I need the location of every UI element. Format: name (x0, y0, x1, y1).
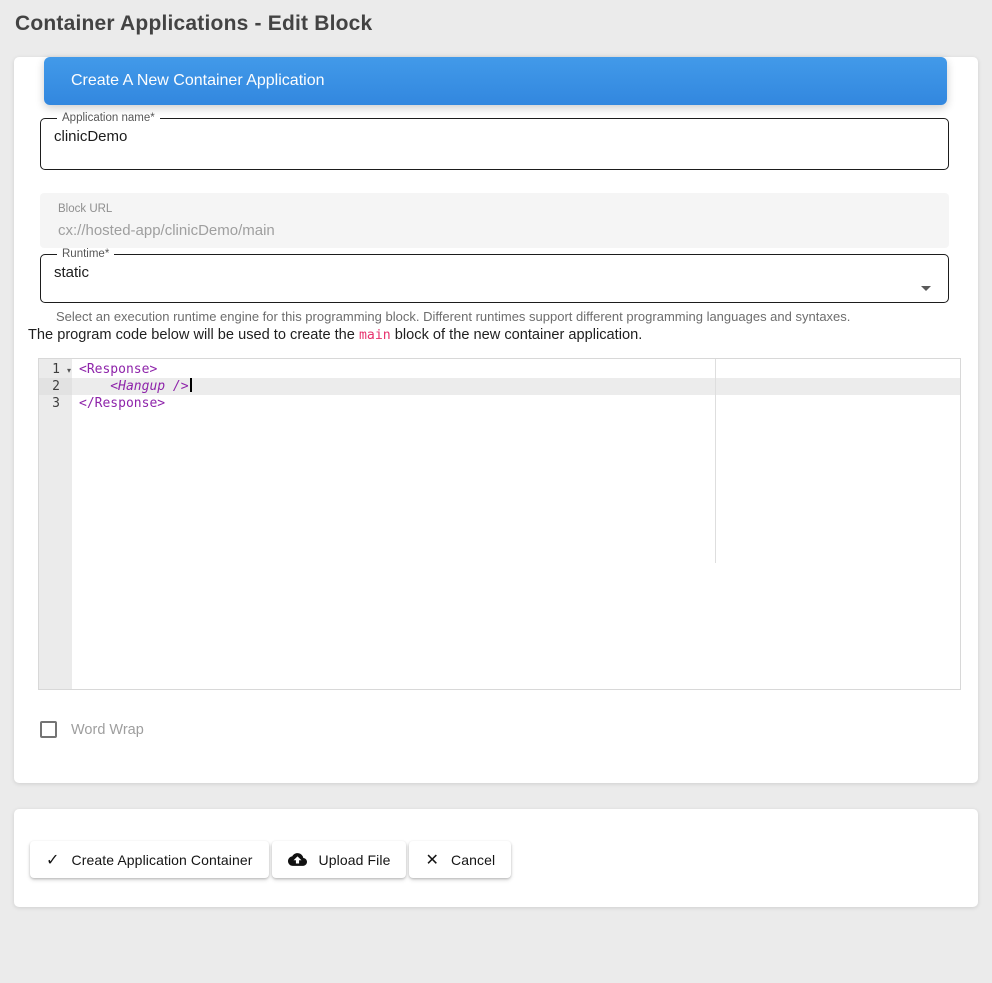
word-wrap-row: Word Wrap (40, 721, 949, 738)
form-section: Create A New Container Application Appli… (14, 57, 978, 783)
application-name-field[interactable]: Application name* (40, 112, 949, 170)
form-header-banner: Create A New Container Application (44, 57, 947, 105)
fold-arrow-icon[interactable]: ▾ (67, 362, 71, 379)
code-text: </Response> (72, 395, 165, 412)
upload-button-label: Upload File (319, 852, 391, 868)
code-note-text: The program code below will be used to c… (28, 327, 949, 343)
word-wrap-label: Word Wrap (71, 722, 144, 738)
cancel-button-label: Cancel (451, 852, 495, 868)
block-url-value: cx://hosted-app/clinicDemo/main (58, 222, 949, 239)
actions-card: ✓ Create Application Container Upload Fi… (14, 809, 978, 907)
runtime-select-field[interactable]: Runtime* static (40, 248, 949, 303)
close-icon: ✕ (425, 850, 439, 870)
inline-code-main: main (359, 328, 391, 343)
code-text: <Hangup /> (72, 378, 189, 395)
editor-line-active[interactable]: 2 <Hangup /> (39, 378, 960, 395)
code-editor[interactable]: 1▾ <Response> 2 <Hangup /> 3 </Response> (38, 358, 961, 690)
form-header-title: Create A New Container Application (71, 72, 324, 90)
create-application-container-button[interactable]: ✓ Create Application Container (30, 841, 269, 878)
application-name-label: Application name* (57, 112, 160, 124)
runtime-hint-text: Select an execution runtime engine for t… (56, 309, 949, 324)
editor-line[interactable]: 1▾ <Response> (39, 361, 960, 378)
runtime-label: Runtime* (57, 248, 114, 260)
cloud-upload-icon (288, 850, 307, 869)
text-cursor (190, 378, 192, 392)
code-text: <Response> (72, 361, 157, 378)
application-name-input[interactable] (54, 128, 903, 145)
runtime-selected-value: static (54, 264, 948, 281)
chevron-down-icon[interactable] (921, 286, 931, 291)
word-wrap-checkbox[interactable] (40, 721, 57, 738)
code-note-suffix: block of the new container application. (391, 327, 643, 343)
cancel-button[interactable]: ✕ Cancel (409, 841, 511, 878)
line-number: 2 (39, 378, 72, 395)
line-number: 3 (39, 395, 72, 412)
line-number: 1▾ (39, 361, 72, 378)
upload-file-button[interactable]: Upload File (272, 841, 407, 878)
create-button-label: Create Application Container (72, 852, 253, 868)
editor-print-margin (715, 359, 716, 563)
block-url-field: Block URL cx://hosted-app/clinicDemo/mai… (40, 193, 949, 248)
block-url-label: Block URL (58, 203, 949, 215)
code-note-prefix: The program code below will be used to c… (28, 327, 359, 343)
check-icon: ✓ (46, 850, 60, 870)
page-title: Container Applications - Edit Block (15, 12, 992, 36)
editor-line[interactable]: 3 </Response> (39, 395, 960, 412)
form-card: Application name* Block URL cx://hosted-… (14, 57, 978, 783)
editor-lines: 1▾ <Response> 2 <Hangup /> 3 </Response> (39, 361, 960, 412)
